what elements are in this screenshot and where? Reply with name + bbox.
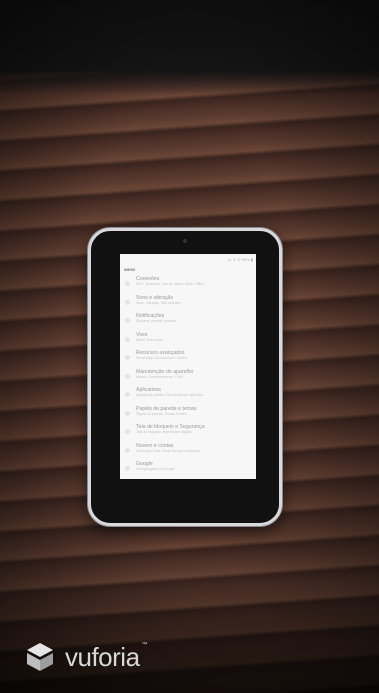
brand-name: vuforia xyxy=(65,642,140,672)
settings-item-subtitle: Papéis de parede, Temas, Ícones xyxy=(136,411,187,416)
settings-item-subtitle: Brilho, Tela Inicial xyxy=(136,337,163,342)
tablet-camera xyxy=(183,239,187,243)
settings-item: Tela de bloqueio e Segurança Tela de bloq… xyxy=(120,424,256,443)
settings-item: Nuvem e contas Samsung Cloud, Fazer backu… xyxy=(120,443,256,462)
settings-list: Conexões Wi-Fi, Bluetooth, Uso de dados, … xyxy=(120,276,256,479)
settings-item-icon xyxy=(125,299,130,305)
settings-item-icon xyxy=(125,373,130,379)
settings-item: Conexões Wi-Fi, Bluetooth, Uso de dados, … xyxy=(120,276,256,295)
settings-item-subtitle: Configurações do Google xyxy=(136,467,175,471)
settings-title: amsc xyxy=(124,267,136,272)
settings-item-icon xyxy=(125,466,130,471)
settings-item-icon xyxy=(125,410,130,416)
settings-item: Papéis de parede e temas Papéis de parede… xyxy=(120,406,256,425)
settings-item-subtitle: Wi-Fi, Bluetooth, Uso de dados, Modo Off… xyxy=(136,282,204,286)
status-bar: 11 ⇧ ⊙ 99% ▮ xyxy=(120,254,256,265)
settings-item-subtitle: Sons, Vibração, Não perturbe xyxy=(136,300,181,305)
bottom-shade xyxy=(0,583,379,693)
settings-item-icon xyxy=(125,281,130,286)
tablet-device: 11 ⇧ ⊙ 99% ▮ amsc Conexões Wi-Fi, Bluetoo… xyxy=(88,228,282,526)
settings-item-subtitle: Aplicativos padrão, Permissões de aplica… xyxy=(136,393,204,397)
settings-item: Recursos avançados Smart Stay, Movimentos… xyxy=(120,350,256,369)
vuforia-watermark: vuforia ™ xyxy=(23,640,148,674)
settings-item-subtitle: Samsung Cloud, Fazer backup e restaurar xyxy=(136,448,200,453)
camera-view: 11 ⇧ ⊙ 99% ▮ amsc Conexões Wi-Fi, Bluetoo… xyxy=(0,0,379,693)
settings-item-icon xyxy=(125,429,130,434)
settings-item: Aplicativos Aplicativos padrão, Permissõe… xyxy=(120,387,256,406)
settings-item-subtitle: Tela de bloqueio, Impressões digitais xyxy=(136,430,192,434)
tablet-screen: 11 ⇧ ⊙ 99% ▮ amsc Conexões Wi-Fi, Bluetoo… xyxy=(120,254,256,479)
settings-item-icon xyxy=(125,392,130,397)
settings-item-subtitle: Smart Stay, Movimentos e Gestos xyxy=(136,356,188,360)
vuforia-cube-icon xyxy=(27,643,53,671)
settings-item-subtitle: Bateria, Armazenamento, RAM xyxy=(136,374,183,379)
settings-item: Sons e vibração Sons, Vibração, Não pertu… xyxy=(120,295,256,314)
settings-item-icon xyxy=(125,355,130,360)
settings-item: Visor Brilho, Tela Inicial xyxy=(120,332,256,351)
settings-item: Manutenção do aparelho Bateria, Armazenam… xyxy=(120,369,256,388)
settings-item-subtitle: Bloquear, permitir, priorizar xyxy=(136,319,177,323)
settings-item: Notificações Bloquear, permitir, prioriza… xyxy=(120,313,256,332)
settings-item: Google Configurações do Google xyxy=(120,461,256,479)
status-text: 11 ⇧ ⊙ 99% ▮ xyxy=(227,257,253,262)
settings-item-icon xyxy=(125,447,130,453)
settings-item-icon xyxy=(125,336,130,342)
settings-item-icon xyxy=(125,318,130,323)
trademark-symbol: ™ xyxy=(141,642,148,648)
